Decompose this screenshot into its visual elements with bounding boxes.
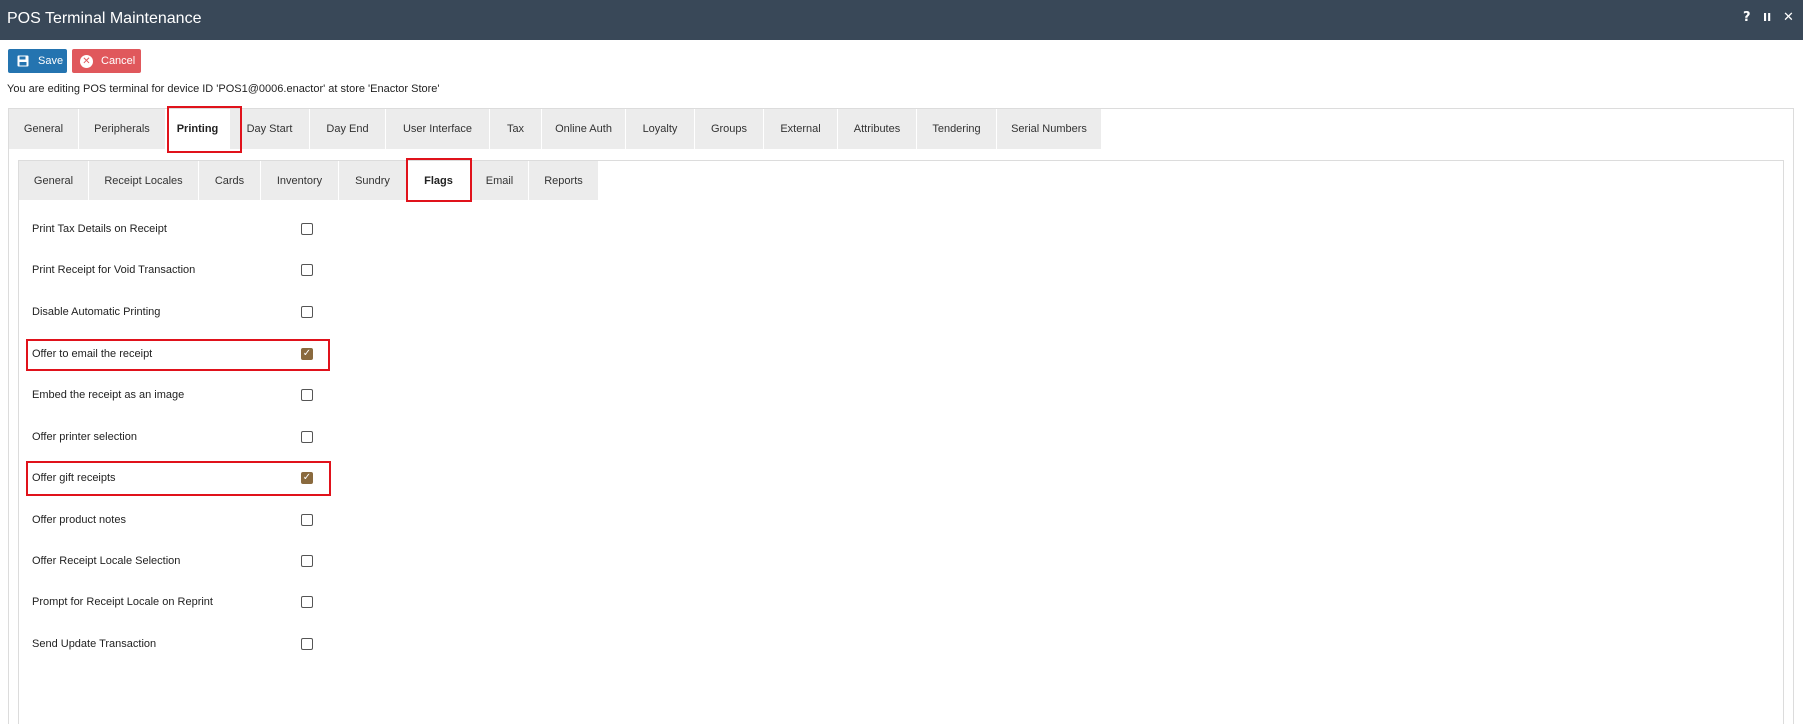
flag-checkbox[interactable]	[301, 306, 313, 318]
subtab-reports[interactable]: Reports	[529, 161, 599, 200]
cancel-button[interactable]: ✕ Cancel	[72, 49, 141, 73]
pause-icon[interactable]: II	[1763, 11, 1771, 24]
close-icon[interactable]: ✕	[1783, 10, 1794, 25]
tab-peripherals[interactable]: Peripherals	[79, 109, 166, 149]
tab-serial-numbers[interactable]: Serial Numbers	[997, 109, 1102, 149]
cancel-circle-icon: ✕	[80, 54, 93, 68]
flag-label: Offer printer selection	[32, 431, 137, 443]
flag-checkbox[interactable]	[301, 348, 313, 360]
tab-groups[interactable]: Groups	[695, 109, 764, 149]
title-bar: POS Terminal Maintenance ? II ✕	[0, 0, 1803, 40]
tab-external[interactable]: External	[764, 109, 838, 149]
tab-day-end[interactable]: Day End	[310, 109, 386, 149]
flag-disable-auto-printing: Disable Automatic Printing	[32, 303, 322, 323]
flag-prompt-locale-reprint: Prompt for Receipt Locale on Reprint	[32, 593, 322, 613]
flag-label: Offer to email the receipt	[32, 348, 153, 360]
flag-label: Embed the receipt as an image	[32, 389, 185, 401]
flag-label: Print Tax Details on Receipt	[32, 223, 167, 235]
flag-label: Offer Receipt Locale Selection	[32, 555, 181, 567]
subtab-email[interactable]: Email	[471, 161, 529, 200]
flag-label: Send Update Transaction	[32, 638, 157, 650]
tab-attributes[interactable]: Attributes	[838, 109, 917, 149]
flag-checkbox[interactable]	[301, 596, 313, 608]
flag-label: Print Receipt for Void Transaction	[32, 264, 196, 276]
flag-checkbox[interactable]	[301, 472, 313, 484]
tab-user-interface[interactable]: User Interface	[386, 109, 490, 149]
subtab-general[interactable]: General	[19, 161, 89, 200]
help-icon[interactable]: ?	[1743, 10, 1751, 25]
flag-checkbox[interactable]	[301, 514, 313, 526]
flag-embed-receipt-image: Embed the receipt as an image	[32, 386, 322, 406]
floppy-disk-icon	[16, 54, 30, 68]
tab-general[interactable]: General	[9, 109, 79, 149]
subtab-inventory[interactable]: Inventory	[261, 161, 339, 200]
flag-label: Prompt for Receipt Locale on Reprint	[32, 596, 213, 608]
flag-checkbox[interactable]	[301, 638, 313, 650]
tab-printing[interactable]: Printing	[166, 109, 230, 149]
tab-tendering[interactable]: Tendering	[917, 109, 997, 149]
flag-label: Disable Automatic Printing	[32, 306, 161, 318]
flag-checkbox[interactable]	[301, 555, 313, 567]
subtab-receipt-locales[interactable]: Receipt Locales	[89, 161, 199, 200]
tab-loyalty[interactable]: Loyalty	[626, 109, 695, 149]
flag-print-receipt-void: Print Receipt for Void Transaction	[32, 261, 322, 281]
flag-offer-receipt-locale: Offer Receipt Locale Selection	[32, 552, 322, 572]
subtab-flags[interactable]: Flags	[407, 161, 471, 200]
save-button-label: Save	[38, 55, 64, 67]
flag-checkbox[interactable]	[301, 223, 313, 235]
flag-label: Offer gift receipts	[32, 472, 116, 484]
flag-offer-gift-receipts: Offer gift receipts	[32, 469, 322, 489]
sub-tab-bar: General Receipt Locales Cards Inventory …	[19, 161, 599, 200]
tab-tax[interactable]: Tax	[490, 109, 542, 149]
flag-checkbox[interactable]	[301, 389, 313, 401]
flag-offer-product-notes: Offer product notes	[32, 511, 322, 531]
subtab-cards[interactable]: Cards	[199, 161, 261, 200]
tab-online-auth[interactable]: Online Auth	[542, 109, 626, 149]
flag-offer-printer-selection: Offer printer selection	[32, 428, 322, 448]
flag-checkbox[interactable]	[301, 431, 313, 443]
window-title: POS Terminal Maintenance	[7, 10, 202, 27]
editing-info-text: You are editing POS terminal for device …	[7, 83, 440, 95]
save-button[interactable]: Save	[8, 49, 67, 73]
subtab-sundry[interactable]: Sundry	[339, 161, 407, 200]
main-tab-bar: General Peripherals Printing Day Start D…	[9, 109, 1102, 149]
flag-offer-email-receipt: Offer to email the receipt	[32, 345, 322, 365]
flag-print-tax-details: Print Tax Details on Receipt	[32, 220, 322, 240]
tab-day-start[interactable]: Day Start	[230, 109, 310, 149]
flag-send-update-transaction: Send Update Transaction	[32, 635, 322, 655]
flag-label: Offer product notes	[32, 514, 126, 526]
flag-checkbox[interactable]	[301, 264, 313, 276]
cancel-button-label: Cancel	[101, 55, 136, 67]
